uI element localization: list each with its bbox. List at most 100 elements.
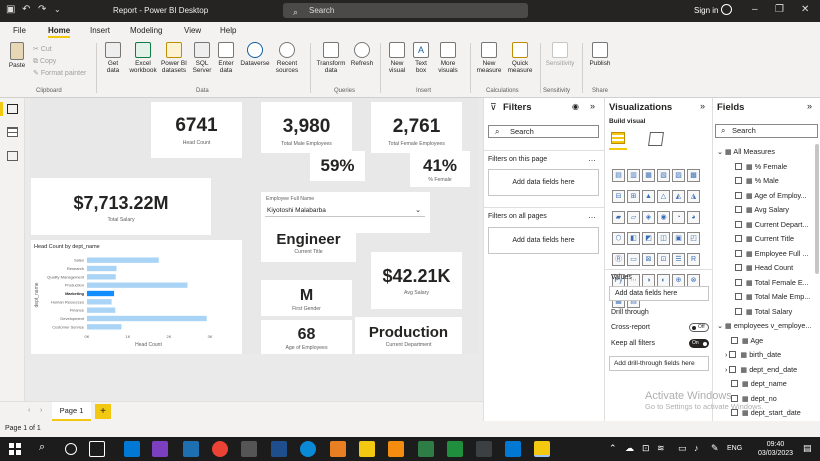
visual-type-card-icon[interactable]: ◰ [687, 232, 700, 245]
visual-type-r-visual-icon[interactable]: R [687, 253, 700, 266]
refresh-button[interactable]: Refresh [348, 42, 376, 67]
close-icon[interactable]: ✕ [801, 4, 809, 15]
recent-sources-button[interactable]: Recent sources [272, 42, 302, 74]
field-group-measures[interactable]: ⌄ ▦ All Measures [717, 147, 775, 156]
card-total-female[interactable]: 2,761 Total Female Employees [371, 102, 462, 153]
wifi-icon[interactable]: ≋ [657, 443, 665, 454]
format-painter-button[interactable]: ✎ Format painter [33, 68, 86, 80]
menu-modeling[interactable]: Modeling [130, 26, 162, 35]
notifications-icon[interactable]: ▤ [803, 443, 812, 454]
field-checkbox[interactable] [735, 162, 742, 170]
field-checkbox[interactable] [735, 278, 742, 286]
taskbar-search-icon[interactable]: ⌕ [39, 441, 45, 454]
eye-icon[interactable]: ◉ [572, 102, 579, 111]
visual-type-azure-map-icon[interactable]: ◫ [657, 232, 670, 245]
visual-type-scatter-icon[interactable]: ◈ [642, 211, 655, 224]
sublime-icon[interactable] [330, 441, 346, 457]
slicer-employee-name[interactable]: Employee Full Name Kiyotoshi Malabarba ⌄ [261, 192, 430, 233]
card-total-male[interactable]: 3,980 Total Male Employees [261, 102, 352, 153]
employee-name-dropdown[interactable]: Kiyotoshi Malabarba ⌄ [265, 205, 425, 217]
cortana-icon[interactable] [65, 443, 77, 455]
minimize-icon[interactable]: – [752, 4, 758, 15]
card-current-title[interactable]: Engineer Current Title [261, 229, 356, 262]
excel-workbook-button[interactable]: Excel workbook [128, 42, 158, 74]
visual-type-filled-map-icon[interactable]: ◧ [627, 232, 640, 245]
visual-type-line-column-icon[interactable]: △ [657, 190, 670, 203]
get-data-button[interactable]: Get data [102, 42, 124, 74]
page-prev-icon[interactable]: ‹ [28, 407, 30, 414]
data-view-icon[interactable] [7, 127, 18, 137]
search-input[interactable]: ⌕ Search [283, 3, 528, 18]
page-tab-1[interactable]: Page 1 [52, 402, 91, 421]
language-indicator[interactable]: ENG [727, 445, 742, 452]
field-checkbox[interactable] [735, 249, 742, 257]
field-measure-item[interactable]: ▦ Avg Salary [735, 205, 789, 214]
field-column-item[interactable]: ▦ Age [725, 336, 763, 345]
field-measure-item[interactable]: ▦ % Female [735, 162, 787, 171]
build-visual-tab[interactable] [609, 130, 627, 150]
field-column-item[interactable]: › ▦ dept_end_date [725, 365, 797, 374]
chart-head-count-by-dept[interactable]: Head Count by dept_name dept_name Head C… [31, 240, 242, 354]
field-group-table[interactable]: ⌄ ▦ employees v_employe... [717, 321, 811, 330]
field-checkbox[interactable] [735, 191, 742, 199]
page-next-icon[interactable]: › [40, 407, 42, 414]
sql-server-button[interactable]: SQL Server [191, 42, 213, 74]
windows-start-icon[interactable] [9, 443, 21, 455]
word-icon[interactable] [183, 441, 199, 457]
bar[interactable] [87, 290, 115, 297]
model-view-icon[interactable] [7, 151, 18, 161]
new-visual-button[interactable]: New visual [384, 42, 410, 74]
visual-type-kpi-icon[interactable]: ▭ [627, 253, 640, 266]
menu-insert[interactable]: Insert [90, 26, 110, 35]
visual-type-ribbon-icon[interactable]: ◮ [687, 190, 700, 203]
visual-type-treemap-icon[interactable]: ◕ [687, 211, 700, 224]
account-icon[interactable] [721, 4, 732, 15]
visual-type-slicer-icon[interactable]: ⊠ [642, 253, 655, 266]
bar[interactable] [87, 257, 159, 263]
chrome-icon[interactable] [212, 441, 228, 457]
menu-help[interactable]: Help [220, 26, 236, 35]
clock[interactable]: 09:40 03/03/2023 [758, 440, 793, 458]
window-icon[interactable] [241, 441, 257, 457]
collapse-viz-icon[interactable]: » [700, 101, 705, 111]
visual-type-clustered-bar-icon[interactable]: ▦ [642, 169, 655, 182]
card-total-salary[interactable]: $7,713.22M Total Salary [31, 178, 211, 235]
cut-button[interactable]: ✂ Cut [33, 44, 86, 56]
card-head-count[interactable]: 6741 Head Count [151, 102, 242, 158]
field-measure-item[interactable]: ▦ Total Salary [735, 307, 792, 316]
field-checkbox[interactable] [735, 307, 742, 315]
excel-taskbar-icon[interactable] [418, 441, 434, 457]
card-age[interactable]: 68 Age of Employees [261, 320, 352, 354]
visual-type-area-icon[interactable]: ⊞ [627, 190, 640, 203]
quick-access-chevron-icon[interactable]: ⌄ [54, 5, 61, 14]
menu-home[interactable]: Home [48, 26, 71, 38]
card-avg-salary[interactable]: $42.21K Avg Salary [371, 252, 462, 309]
visual-type-100-column-icon[interactable]: ▩ [687, 169, 700, 182]
redo-icon[interactable]: ↷ [38, 4, 46, 15]
page-filters-drop-zone[interactable]: Add data fields here [488, 169, 599, 196]
paste-button[interactable]: Paste [6, 42, 28, 69]
network-icon[interactable]: ⊡ [642, 443, 650, 454]
bar[interactable] [87, 282, 188, 288]
field-column-item[interactable]: ▦ dept_name [725, 379, 787, 388]
browser-icon[interactable] [300, 441, 316, 457]
visual-type-donut-icon[interactable]: ◔ [672, 211, 685, 224]
menu-view[interactable]: View [184, 26, 201, 35]
expand-chevron-icon[interactable]: ⌄ [717, 321, 725, 330]
terminal-icon[interactable] [476, 441, 492, 457]
visual-type-matrix-icon[interactable]: ☰ [672, 253, 685, 266]
publish-button[interactable]: Publish [587, 42, 613, 67]
field-measure-item[interactable]: ▦ Current Depart... [735, 220, 808, 229]
visual-type-waterfall-icon[interactable]: ▰ [612, 211, 625, 224]
collapse-fields-icon[interactable]: » [807, 101, 812, 111]
collapse-filters-icon[interactable]: » [590, 101, 595, 111]
bar[interactable] [87, 324, 122, 330]
field-checkbox[interactable] [735, 220, 742, 228]
format-visual-icon[interactable] [648, 132, 664, 146]
maximize-icon[interactable]: ❐ [775, 4, 784, 15]
visual-type-shape-map-icon[interactable]: ◩ [642, 232, 655, 245]
task-view-icon[interactable] [89, 441, 105, 457]
field-measure-item[interactable]: ▦ Employee Full ... [735, 249, 808, 258]
field-checkbox[interactable] [731, 336, 738, 344]
filters-search-input[interactable]: ⌕ Search [488, 125, 599, 138]
